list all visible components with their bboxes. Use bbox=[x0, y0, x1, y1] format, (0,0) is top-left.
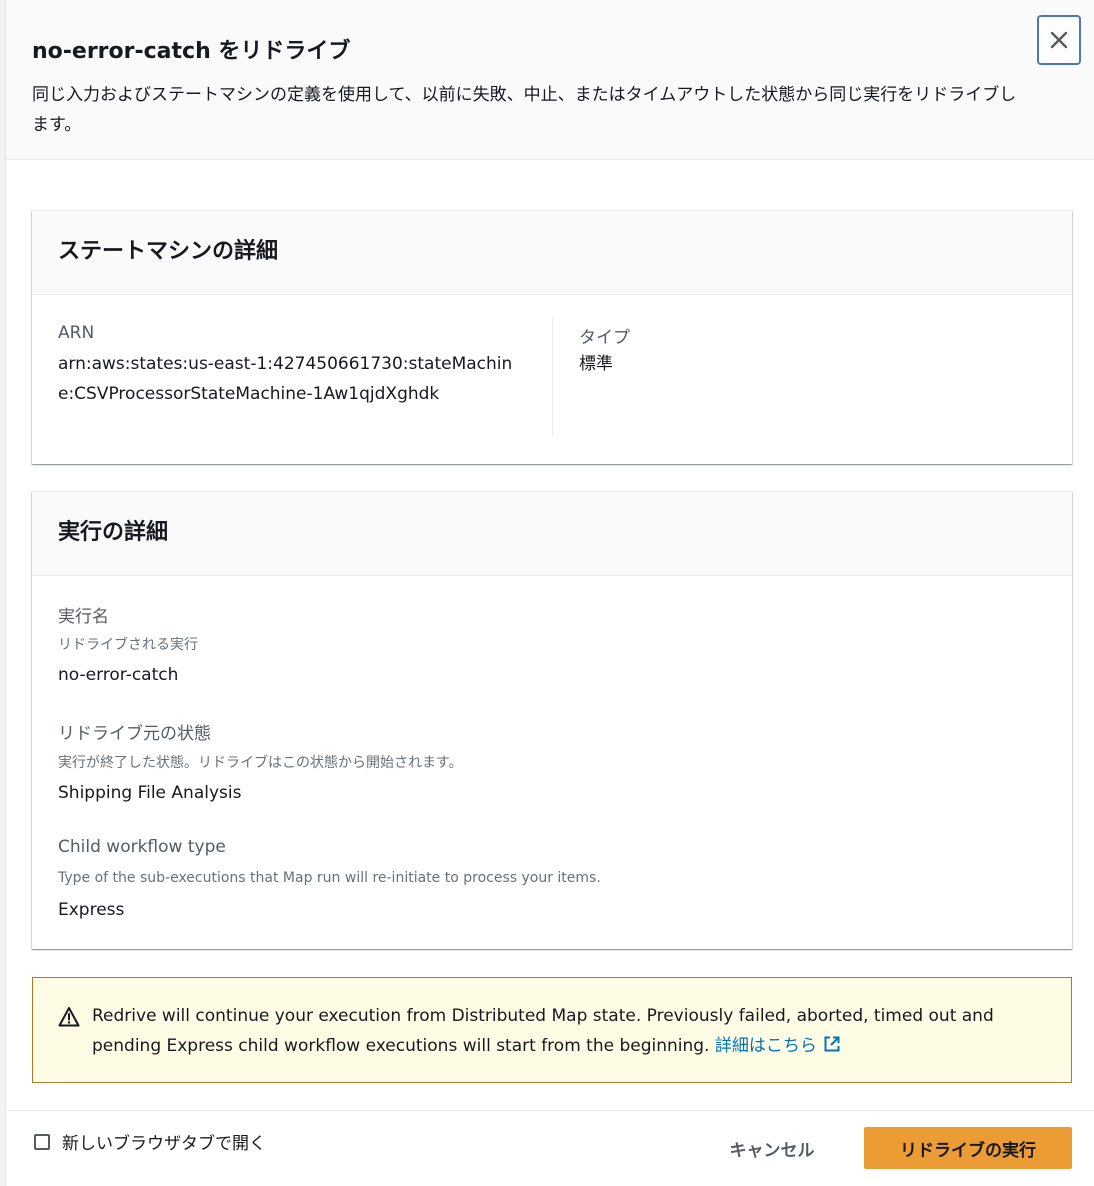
redrive-state-value: Shipping File Analysis bbox=[58, 783, 242, 803]
child-workflow-type-label: Child workflow type bbox=[58, 837, 226, 857]
redrive-warning-alert: Redrive will continue your execution fro… bbox=[32, 977, 1072, 1083]
card-header: ステートマシンの詳細 bbox=[32, 211, 1072, 295]
execution-name-label: 実行名 bbox=[58, 607, 109, 627]
card-header: 実行の詳細 bbox=[32, 492, 1072, 576]
state-machine-details-card: ステートマシンの詳細 ARN arn:aws:states:us-east-1:… bbox=[32, 210, 1072, 464]
type-value: 標準 bbox=[579, 354, 613, 374]
execution-name-description: リドライブされる実行 bbox=[58, 637, 198, 653]
open-in-new-tab-checkbox[interactable] bbox=[34, 1134, 50, 1150]
arn-label: ARN bbox=[58, 323, 95, 343]
external-link-icon bbox=[824, 1036, 840, 1052]
redrive-state-label: リドライブ元の状態 bbox=[58, 724, 211, 744]
learn-more-link[interactable]: 詳細はこちら bbox=[715, 1036, 841, 1056]
column-divider bbox=[552, 317, 553, 437]
redrive-modal: no-error-catch をリドライブ 同じ入力およびステートマシンの定義を… bbox=[6, 0, 1094, 1186]
alert-message: Redrive will continue your execution fro… bbox=[92, 1001, 1052, 1061]
cancel-button[interactable]: キャンセル bbox=[712, 1127, 832, 1169]
alert-text: Redrive will continue your execution fro… bbox=[92, 1006, 994, 1056]
modal-description: 同じ入力およびステートマシンの定義を使用して、以前に失敗、中止、またはタイムアウ… bbox=[32, 85, 1017, 135]
type-label: タイプ bbox=[579, 328, 630, 348]
open-in-new-tab-label[interactable]: 新しいブラウザタブで開く bbox=[62, 1129, 266, 1154]
modal-footer: 新しいブラウザタブで開く キャンセル リドライブの実行 bbox=[6, 1110, 1094, 1186]
arn-value: arn:aws:states:us-east-1:427450661730:st… bbox=[58, 354, 513, 404]
close-button[interactable] bbox=[1037, 15, 1081, 65]
redrive-state-description: 実行が終了した状態。リドライブはこの状態から開始されます。 bbox=[58, 755, 463, 771]
state-machine-details-title: ステートマシンの詳細 bbox=[58, 239, 279, 264]
child-workflow-type-value: Express bbox=[58, 900, 125, 920]
execution-details-title: 実行の詳細 bbox=[58, 520, 169, 545]
start-redrive-button[interactable]: リドライブの実行 bbox=[864, 1127, 1072, 1169]
warning-icon bbox=[58, 1007, 80, 1027]
close-icon bbox=[1050, 31, 1068, 49]
learn-more-link-text: 詳細はこちら bbox=[714, 1036, 817, 1056]
execution-name-value: no-error-catch bbox=[58, 665, 179, 685]
modal-header: no-error-catch をリドライブ 同じ入力およびステートマシンの定義を… bbox=[6, 0, 1094, 160]
child-workflow-type-description: Type of the sub-executions that Map run … bbox=[58, 870, 601, 886]
execution-details-card: 実行の詳細 実行名 リドライブされる実行 no-error-catch リドライ… bbox=[32, 491, 1072, 949]
modal-title: no-error-catch をリドライブ bbox=[32, 39, 351, 64]
